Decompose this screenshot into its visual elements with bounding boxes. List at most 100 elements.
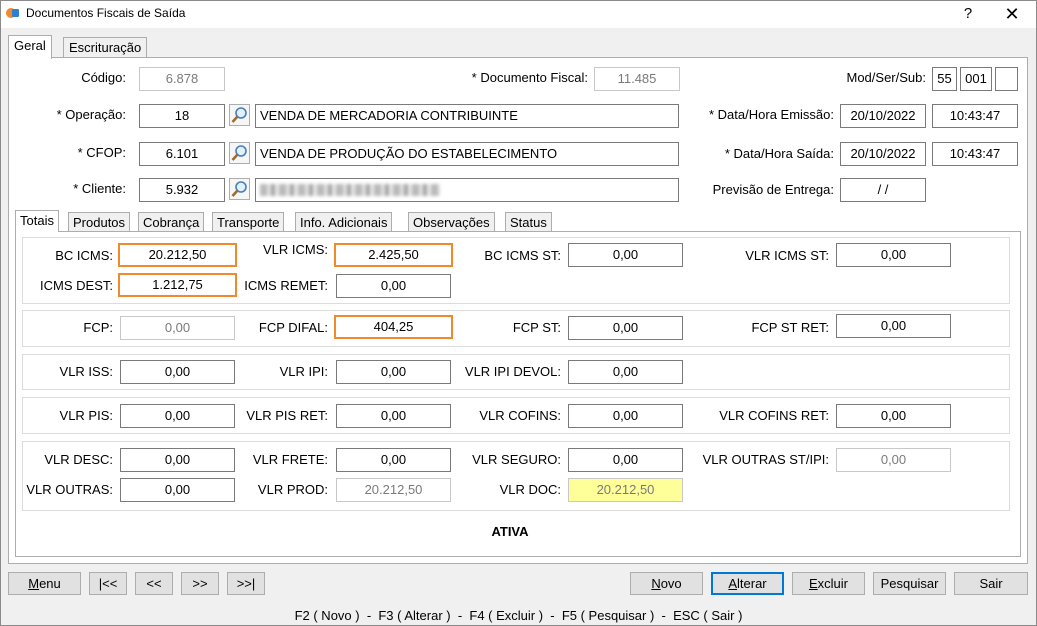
- help-button[interactable]: ?: [955, 3, 981, 25]
- alterar-button-mnemonic: A: [728, 576, 738, 591]
- operacao-code-field[interactable]: 18: [139, 104, 225, 128]
- subtab-cobranca[interactable]: Cobrança: [138, 212, 205, 232]
- vlr-frete-label: VLR FRETE:: [252, 452, 328, 467]
- fcp-field[interactable]: 0,00: [120, 316, 235, 340]
- vlr-cofins-label: VLR COFINS:: [479, 408, 561, 423]
- vlr-pis-ret-field[interactable]: 0,00: [336, 404, 451, 428]
- codigo-field[interactable]: 6.878: [139, 67, 225, 91]
- fcp-label: FCP:: [83, 320, 113, 335]
- menu-button[interactable]: Menu: [8, 572, 81, 595]
- vlr-seguro-label: VLR SEGURO:: [472, 452, 561, 467]
- close-button[interactable]: ✕: [995, 3, 1029, 25]
- cfop-code-field[interactable]: 6.101: [139, 142, 225, 166]
- cliente-code-field[interactable]: 5.932: [139, 178, 225, 202]
- vlr-icms-label: VLR ICMS:: [262, 242, 328, 257]
- sair-button[interactable]: Sair: [954, 572, 1028, 595]
- bc-icms-field[interactable]: 20.212,50: [118, 243, 237, 267]
- menu-button-label: enu: [39, 576, 61, 591]
- fcp-st-ret-field[interactable]: 0,00: [836, 314, 951, 338]
- vlr-cofins-ret-label: VLR COFINS RET:: [719, 408, 829, 423]
- vlr-prod-field[interactable]: 20.212,50: [336, 478, 451, 502]
- vlr-icms-st-label: VLR ICMS ST:: [745, 248, 829, 263]
- bc-icms-st-field[interactable]: 0,00: [568, 243, 683, 267]
- previsao-field[interactable]: / /: [840, 178, 926, 202]
- fcp-difal-field[interactable]: 404,25: [334, 315, 453, 339]
- excluir-button-label: xcluir: [817, 576, 848, 591]
- fcp-st-ret-label: FCP ST RET:: [751, 320, 829, 335]
- novo-button[interactable]: Novo: [630, 572, 703, 595]
- vlr-desc-field[interactable]: 0,00: [120, 448, 235, 472]
- vlr-outras-st-ipi-field[interactable]: 0,00: [836, 448, 951, 472]
- vlr-icms-st-field[interactable]: 0,00: [836, 243, 951, 267]
- excluir-button-mnemonic: E: [808, 576, 818, 591]
- vlr-seguro-field[interactable]: 0,00: [568, 448, 683, 472]
- fcp-difal-label: FCP DIFAL:: [258, 320, 328, 335]
- last-record-button[interactable]: >>|: [227, 572, 265, 595]
- vlr-pis-field[interactable]: 0,00: [120, 404, 235, 428]
- ser-field[interactable]: 001: [960, 67, 992, 91]
- pesquisar-button[interactable]: Pesquisar: [873, 572, 946, 595]
- mod-field[interactable]: 55: [932, 67, 957, 91]
- blurred-client-name: [260, 184, 440, 196]
- hora-emissao-field[interactable]: 10:43:47: [932, 104, 1018, 128]
- first-record-button[interactable]: |<<: [89, 572, 127, 595]
- vlr-pis-label: VLR PIS:: [59, 408, 113, 423]
- data-saida-field[interactable]: 20/10/2022: [840, 142, 926, 166]
- fcp-st-field[interactable]: 0,00: [568, 316, 683, 340]
- vlr-doc-label: VLR DOC:: [499, 482, 561, 497]
- window-title: Documentos Fiscais de Saída: [26, 6, 186, 20]
- vlr-outras-field[interactable]: 0,00: [120, 478, 235, 502]
- vlr-icms-field[interactable]: 2.425,50: [334, 243, 453, 267]
- vlr-iss-field[interactable]: 0,00: [120, 360, 235, 384]
- icms-remet-field[interactable]: 0,00: [336, 274, 451, 298]
- vlr-outras-st-ipi-label: VLR OUTRAS ST/IPI:: [702, 452, 829, 467]
- cliente-label: * Cliente:: [73, 181, 126, 196]
- vlr-prod-label: VLR PROD:: [257, 482, 328, 497]
- subtab-observacoes[interactable]: Observações: [408, 212, 495, 232]
- subtab-info-adicionais[interactable]: Info. Adicionais: [295, 212, 393, 232]
- icms-dest-field[interactable]: 1.212,75: [118, 273, 237, 297]
- magnifier-icon: [231, 145, 247, 161]
- bc-icms-label: BC ICMS:: [55, 248, 113, 263]
- vlr-ipi-field[interactable]: 0,00: [336, 360, 451, 384]
- cfop-search-button[interactable]: [229, 142, 250, 164]
- vlr-desc-label: VLR DESC:: [44, 452, 113, 467]
- cliente-name-field[interactable]: [255, 178, 679, 202]
- sub-field[interactable]: [995, 67, 1018, 91]
- icms-remet-label: ICMS REMET:: [244, 278, 328, 293]
- previous-record-button[interactable]: <<: [135, 572, 173, 595]
- tab-geral[interactable]: Geral: [8, 35, 52, 59]
- vlr-ipi-devol-field[interactable]: 0,00: [568, 360, 683, 384]
- vlr-doc-field[interactable]: 20.212,50: [568, 478, 683, 502]
- subtab-transporte[interactable]: Transporte: [212, 212, 285, 232]
- vlr-frete-field[interactable]: 0,00: [336, 448, 451, 472]
- excluir-button[interactable]: Excluir: [792, 572, 865, 595]
- subtab-status[interactable]: Status: [505, 212, 552, 232]
- vlr-pis-ret-label: VLR PIS RET:: [246, 408, 328, 423]
- magnifier-icon: [231, 181, 247, 197]
- vlr-outras-label: VLR OUTRAS:: [26, 482, 113, 497]
- document-status: ATIVA: [491, 524, 529, 539]
- data-emissao-field[interactable]: 20/10/2022: [840, 104, 926, 128]
- vlr-cofins-ret-field[interactable]: 0,00: [836, 404, 951, 428]
- tab-escrituracao[interactable]: Escrituração: [63, 37, 148, 57]
- keyboard-shortcuts-hint: F2 ( Novo ) - F3 ( Alterar ) - F4 ( Excl…: [294, 608, 743, 623]
- cliente-search-button[interactable]: [229, 178, 250, 200]
- subtab-totais[interactable]: Totais: [15, 210, 59, 232]
- codigo-label: Código:: [81, 70, 126, 85]
- vlr-cofins-field[interactable]: 0,00: [568, 404, 683, 428]
- alterar-button[interactable]: Alterar: [711, 572, 784, 595]
- operacao-desc-field[interactable]: VENDA DE MERCADORIA CONTRIBUINTE: [255, 104, 679, 128]
- alterar-button-label: lterar: [737, 576, 767, 591]
- cfop-label: * CFOP:: [77, 145, 126, 160]
- operacao-search-button[interactable]: [229, 104, 250, 126]
- menu-button-mnemonic: M: [28, 576, 40, 591]
- data-saida-label: * Data/Hora Saída:: [724, 146, 834, 161]
- cfop-desc-field[interactable]: VENDA DE PRODUÇÃO DO ESTABELECIMENTO: [255, 142, 679, 166]
- documento-fiscal-field[interactable]: 11.485: [594, 67, 680, 91]
- hora-saida-field[interactable]: 10:43:47: [932, 142, 1018, 166]
- subtab-produtos[interactable]: Produtos: [68, 212, 131, 232]
- mod-ser-sub-label: Mod/Ser/Sub:: [846, 70, 927, 85]
- vlr-ipi-devol-label: VLR IPI DEVOL:: [464, 364, 561, 379]
- next-record-button[interactable]: >>: [181, 572, 219, 595]
